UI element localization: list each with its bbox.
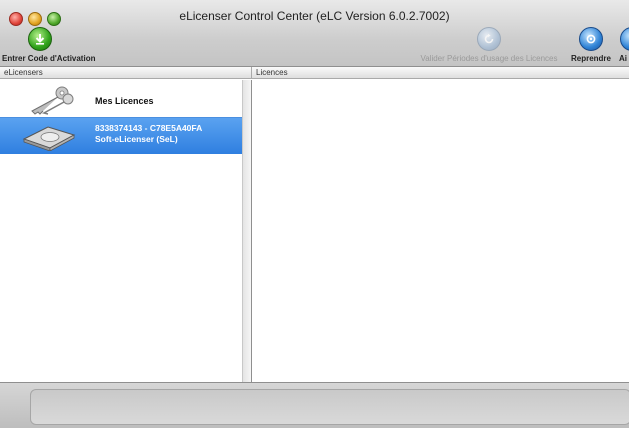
refresh-icon [477, 27, 501, 51]
validate-usage-periods-label: Valider Périodes d'usage des Licences [420, 54, 558, 63]
elicensers-scrollbar[interactable] [242, 80, 252, 382]
keys-icon [31, 86, 74, 115]
window-toolbar: eLicenser Control Center (eLC Version 6.… [0, 0, 629, 67]
licences-list [253, 80, 629, 382]
reprendre-label: Reprendre [570, 54, 611, 63]
list-item-soft-elicenser[interactable]: 8338374143 - C78E5A40FA Soft-eLicenser (… [0, 117, 242, 154]
elicensers-column-header[interactable]: eLicensers [0, 67, 252, 79]
details-panel [30, 389, 629, 425]
hard-drive-icon [22, 126, 76, 151]
download-arrow-icon [28, 27, 52, 51]
licences-column-header[interactable]: Licences [252, 67, 629, 79]
soft-elicenser-type: Soft-eLicenser (SeL) [95, 134, 178, 144]
soft-elicenser-serial: 8338374143 - C78E5A40FA [95, 123, 203, 133]
list-item-mes-licences[interactable]: Mes Licences [0, 82, 242, 118]
mes-licences-label: Mes Licences [95, 96, 154, 106]
help-icon [620, 27, 629, 51]
window-title: eLicenser Control Center (eLC Version 6.… [179, 9, 450, 23]
elicenser-window: eLicenser Control Center (eLC Version 6.… [0, 0, 629, 428]
enter-activation-code-label: Entrer Code d'Activation [2, 54, 96, 63]
truncated-toolbar-button[interactable]: Ai [617, 27, 629, 63]
reprendre-button[interactable]: Reprendre [568, 27, 614, 63]
truncated-toolbar-label: Ai [619, 54, 627, 63]
enter-activation-code-button[interactable]: Entrer Code d'Activation [2, 27, 96, 63]
gear-refresh-icon [579, 27, 603, 51]
status-area [0, 382, 629, 428]
validate-usage-periods-button[interactable]: Valider Périodes d'usage des Licences [411, 27, 567, 63]
elicensers-list: Mes Licences 8338374143 - C78E5A40FA Sof… [0, 80, 242, 382]
